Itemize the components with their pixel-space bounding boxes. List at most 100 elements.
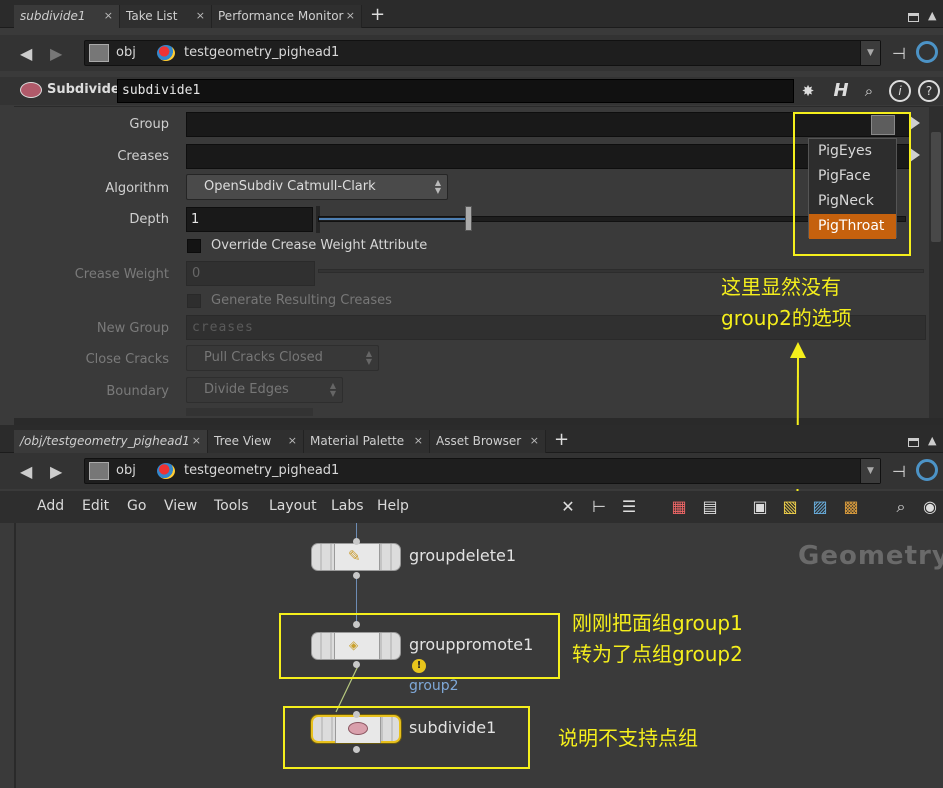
node-name-field[interactable]: subdivide1 [117, 79, 794, 103]
boundary-label: Boundary [106, 384, 169, 399]
maximize-icon[interactable] [908, 13, 919, 22]
menu-view[interactable]: View [164, 498, 197, 514]
path-dropdown-button[interactable]: ▼ [860, 459, 880, 483]
image-icon[interactable]: ▨ [810, 497, 830, 517]
path-dropdown-button[interactable]: ▼ [860, 41, 880, 65]
annotation-line: group2的选项 [721, 306, 852, 330]
menu-labs[interactable]: Labs [331, 498, 364, 514]
algorithm-value: OpenSubdiv Catmull-Clark [204, 179, 376, 194]
eye-icon[interactable]: ◉ [920, 497, 940, 517]
tab-label: Material Palette [310, 434, 405, 448]
forward-arrow-icon[interactable]: ▶ [50, 44, 68, 63]
link-icon[interactable] [916, 459, 938, 481]
close-cracks-value: Pull Cracks Closed [204, 350, 323, 365]
path-segment-obj[interactable]: obj [116, 463, 136, 478]
subdivide-node-icon [20, 82, 42, 98]
back-arrow-icon[interactable]: ◀ [20, 44, 38, 63]
param-scrollbar[interactable] [929, 106, 943, 418]
menu-help[interactable]: Help [377, 498, 409, 514]
path-segment-geo[interactable]: testgeometry_pighead1 [184, 45, 339, 60]
network-menu-bar: Add Edit Go View Tools Layout Labs Help … [0, 491, 943, 523]
tab-performance-monitor[interactable]: Performance Monitor × [212, 5, 362, 28]
node-label-groupdelete1[interactable]: groupdelete1 [409, 546, 516, 565]
annotation-top-right: 这里显然没有 group2的选项 [721, 272, 852, 334]
gear-icon[interactable]: ✸ [797, 80, 819, 102]
close-icon[interactable]: × [530, 430, 539, 452]
grid-list-icon[interactable]: ▤ [700, 497, 720, 517]
crease-weight-label: Crease Weight [74, 267, 169, 282]
add-tab-button[interactable]: + [554, 429, 569, 450]
menu-edit[interactable]: Edit [82, 498, 109, 514]
tab-subdivide1[interactable]: subdivide1 × [14, 5, 120, 28]
list-icon[interactable]: ☰ [619, 497, 639, 517]
close-icon[interactable]: × [414, 430, 423, 452]
creases-arrow-icon[interactable] [910, 148, 920, 162]
obj-network-icon [89, 44, 109, 62]
close-icon[interactable]: × [196, 5, 205, 27]
override-crease-checkbox[interactable] [187, 239, 201, 253]
boundary-menu[interactable]: Divide Edges ▲ ▼ [186, 377, 343, 403]
node-groupdelete1[interactable]: ✎ [311, 543, 401, 571]
close-icon[interactable]: × [346, 5, 355, 27]
box-icon[interactable]: ▩ [841, 497, 861, 517]
spinner-icon: ▲ ▼ [365, 349, 372, 366]
close-icon[interactable]: × [104, 5, 113, 27]
menu-add[interactable]: Add [37, 498, 64, 514]
close-icon[interactable]: × [192, 430, 201, 452]
help-h-icon[interactable]: H [830, 80, 852, 102]
tab-network-path[interactable]: /obj/testgeometry_pighead1 × [14, 430, 208, 453]
generate-creases-checkbox[interactable] [187, 294, 201, 308]
tab-label: Take List [126, 9, 178, 23]
boundary-value: Divide Edges [204, 382, 289, 397]
path-segment-geo[interactable]: testgeometry_pighead1 [184, 463, 339, 478]
path-field[interactable]: obj testgeometry_pighead1 ▼ [84, 40, 881, 66]
algorithm-menu[interactable]: OpenSubdiv Catmull-Clark ▲ ▼ [186, 174, 448, 200]
forward-arrow-icon[interactable]: ▶ [50, 462, 68, 481]
override-crease-label: Override Crease Weight Attribute [211, 238, 428, 253]
pane-menu-icon[interactable]: ▲ [928, 434, 936, 447]
sticky-note-icon[interactable]: ▧ [780, 497, 800, 517]
annotation-line: 转为了点组group2 [572, 642, 743, 666]
tab-asset-browser[interactable]: Asset Browser × [430, 430, 546, 453]
annotation-line: 刚刚把面组group1 [572, 611, 743, 635]
path-field[interactable]: obj testgeometry_pighead1 ▼ [84, 458, 881, 484]
wrench-icon[interactable]: ✕ [558, 497, 578, 517]
close-cracks-menu[interactable]: Pull Cracks Closed ▲ ▼ [186, 345, 379, 371]
top-path-bar: ◀ ▶ obj testgeometry_pighead1 ▼ ⊣ [0, 35, 943, 71]
menu-layout[interactable]: Layout [269, 498, 317, 514]
info-icon[interactable]: i [889, 80, 911, 102]
tree-icon[interactable]: ⊢ [589, 497, 609, 517]
top-tab-bar: subdivide1 × Take List × Performance Mon… [0, 0, 943, 28]
add-tab-button[interactable]: + [370, 4, 385, 25]
scrollbar-thumb[interactable] [931, 132, 941, 242]
tab-take-list[interactable]: Take List × [120, 5, 212, 28]
maximize-icon[interactable] [908, 438, 919, 447]
output-connector[interactable] [353, 572, 360, 579]
crease-weight-field[interactable]: 0 [186, 261, 315, 286]
depth-field[interactable]: 1 [186, 207, 313, 232]
next-param-field [186, 408, 313, 416]
network-box-icon[interactable]: ▣ [750, 497, 770, 517]
close-icon[interactable]: × [288, 430, 297, 452]
tab-tree-view[interactable]: Tree View × [208, 430, 304, 453]
pin-icon[interactable]: ⊣ [892, 462, 906, 481]
input-connector[interactable] [353, 538, 360, 545]
group-arrow-icon[interactable] [910, 116, 920, 130]
tab-label: /obj/testgeometry_pighead1 [20, 434, 190, 448]
depth-slider-handle[interactable] [465, 206, 472, 231]
pane-menu-icon[interactable]: ▲ [928, 9, 936, 22]
link-icon[interactable] [916, 41, 938, 63]
menu-go[interactable]: Go [127, 498, 146, 514]
help-icon[interactable]: ? [918, 80, 940, 102]
color-grid-icon[interactable]: ▦ [669, 497, 689, 517]
tab-label: Tree View [214, 434, 272, 448]
search-icon[interactable]: ⌕ [858, 80, 880, 102]
tab-label: subdivide1 [20, 9, 86, 23]
tab-material-palette[interactable]: Material Palette × [304, 430, 430, 453]
search-icon[interactable]: ⌕ [891, 497, 911, 517]
menu-tools[interactable]: Tools [214, 498, 249, 514]
pin-icon[interactable]: ⊣ [892, 44, 906, 63]
path-segment-obj[interactable]: obj [116, 45, 136, 60]
depth-slider-fill [319, 218, 469, 220]
back-arrow-icon[interactable]: ◀ [20, 462, 38, 481]
